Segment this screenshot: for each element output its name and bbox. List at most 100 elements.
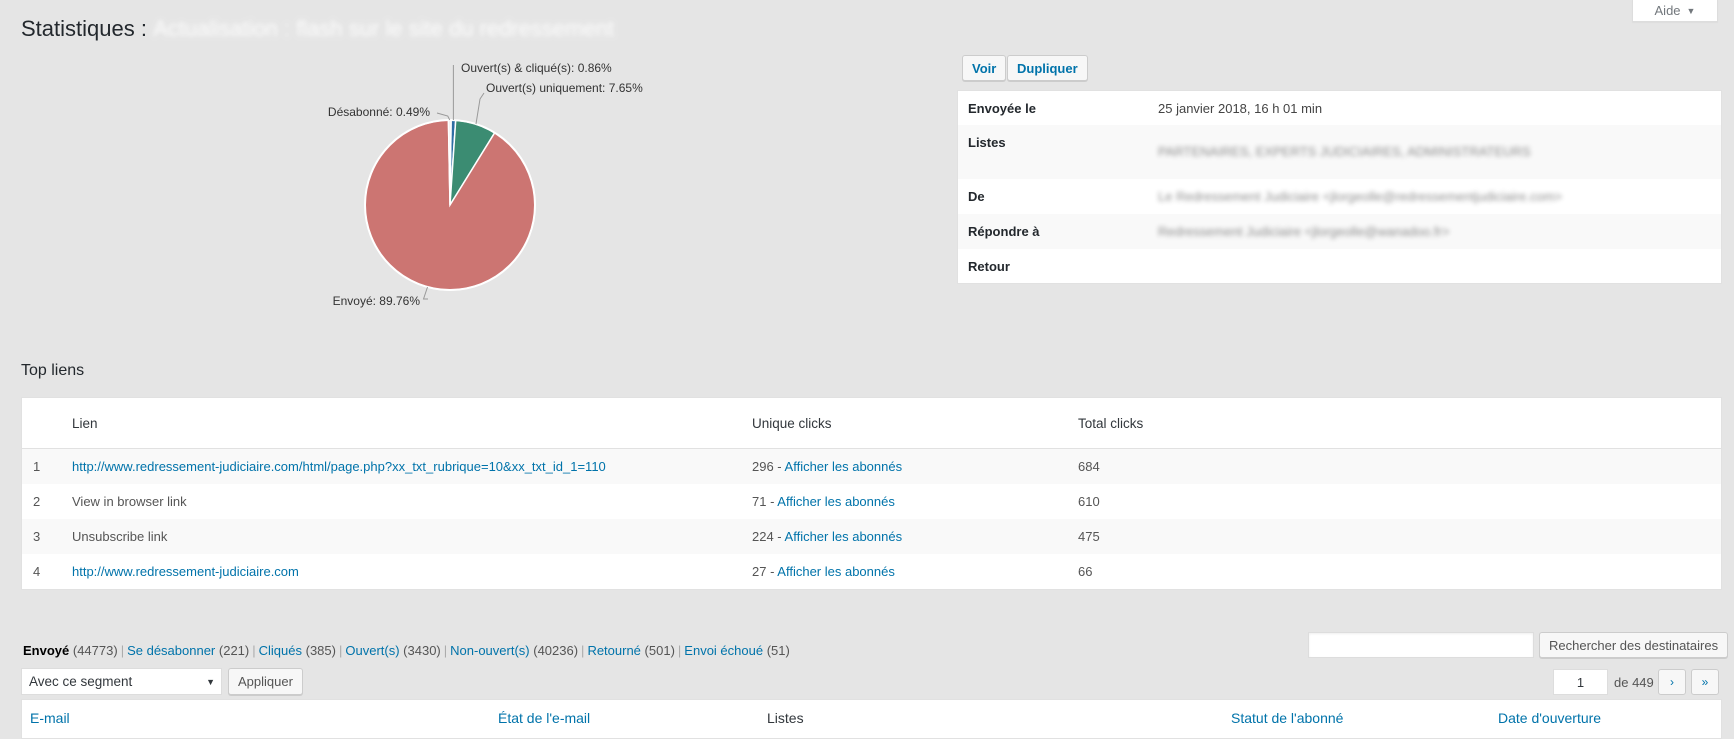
filter-label[interactable]: Cliqués — [259, 643, 302, 658]
filter-count: (51) — [766, 643, 790, 658]
search-recipients-button[interactable]: Rechercher des destinataires — [1539, 632, 1729, 658]
col-lists: Listes — [767, 710, 804, 726]
details-key: Listes — [968, 135, 1006, 150]
filter-1[interactable]: Se désabonner (221) — [127, 643, 249, 658]
view-subscribers-link[interactable]: Afficher les abonnés — [785, 529, 903, 544]
filter-label[interactable]: Se désabonner — [127, 643, 215, 658]
view-subscribers-link[interactable]: Afficher les abonnés — [777, 494, 895, 509]
caret-down-icon: ▼ — [206, 677, 215, 687]
pie-label: Envoyé: 89.76% — [333, 294, 421, 308]
help-tab[interactable]: Aide ▼ — [1632, 0, 1718, 22]
filter-separator: | — [120, 643, 125, 658]
filter-2[interactable]: Cliqués (385) — [259, 643, 336, 658]
filter-separator: | — [677, 643, 682, 658]
filter-count: (385) — [305, 643, 336, 658]
page-total: de 449 — [1614, 675, 1654, 690]
row-link[interactable]: http://www.redressement-judiciaire.com/h… — [72, 459, 752, 474]
col-email-state[interactable]: État de l'e-mail — [498, 710, 590, 726]
filter-count: (3430) — [403, 643, 441, 658]
details-value: Le Redressement Judiciaire <jlorgeolle@r… — [1158, 189, 1563, 204]
segment-select[interactable]: Avec ce segment ▼ — [21, 668, 222, 695]
campaign-details-table: Envoyée le 25 janvier 2018, 16 h 01 min … — [957, 90, 1722, 284]
filter-4[interactable]: Non-ouvert(s) (40236) — [450, 643, 578, 658]
unique-count: 296 - — [752, 459, 785, 474]
pie-leader-line — [422, 286, 428, 300]
col-subscriber-status[interactable]: Statut de l'abonné — [1231, 710, 1343, 726]
row-unique: 71 - Afficher les abonnés — [752, 494, 1078, 509]
filter-count: (501) — [644, 643, 675, 658]
stats-pie-chart: Envoyé: 89.76% Désabonné: 0.49% Ouvert(s) … — [328, 61, 643, 308]
table-row: 2 View in browser link 71 - Afficher les a… — [22, 484, 1721, 519]
pie-leader-line — [475, 92, 485, 125]
details-row-return: Retour — [958, 249, 1721, 283]
filter-separator: | — [252, 643, 256, 658]
filter-separator: | — [338, 643, 343, 658]
row-link: Unsubscribe link — [72, 529, 168, 544]
filter-label[interactable]: Retourné — [587, 643, 640, 658]
duplicate-button[interactable]: Dupliquer — [1007, 55, 1088, 81]
help-label: Aide — [1654, 3, 1681, 18]
view-subscribers-link[interactable]: Afficher les abonnés — [785, 459, 903, 474]
row-number: 3 — [33, 529, 41, 544]
caret-down-icon: ▼ — [1686, 5, 1696, 16]
pie-label: Ouvert(s) uniquement: 7.65% — [486, 81, 643, 95]
filter-count: (221) — [218, 643, 250, 658]
row-total: 66 — [1078, 564, 1093, 579]
filter-label[interactable]: Envoyé — [23, 643, 69, 658]
col-open-date[interactable]: Date d'ouverture — [1498, 710, 1601, 726]
row-total: 610 — [1078, 494, 1100, 509]
details-row-from: De Le Redressement Judiciaire <jlorgeoll… — [958, 179, 1721, 214]
col-total: Total clicks — [1078, 415, 1144, 431]
segment-select-value: Avec ce segment — [29, 674, 133, 689]
unique-count: 224 - — [752, 529, 785, 544]
recipient-search-input[interactable] — [1308, 632, 1534, 658]
filter-label[interactable]: Non-ouvert(s) — [450, 643, 529, 658]
details-value: PARTENAIRES, EXPERTS JUDICIAIRES, ADMINI… — [1158, 144, 1531, 159]
col-email[interactable]: E-mail — [30, 710, 70, 726]
col-link: Lien — [72, 415, 98, 431]
filter-3[interactable]: Ouvert(s) (3430) — [345, 643, 440, 658]
page-title-redacted: Actualisation : flash sur le site du red… — [153, 16, 615, 41]
page-title-prefix: Statistiques : — [21, 16, 147, 41]
top-links-table: Lien Unique clicks Total clicks 1 http://… — [21, 397, 1722, 590]
filter-label[interactable]: Ouvert(s) — [345, 643, 399, 658]
page-number-input[interactable]: 1 — [1553, 669, 1608, 695]
row-number: 1 — [33, 459, 41, 474]
details-row-sent: Envoyée le 25 janvier 2018, 16 h 01 min — [958, 91, 1721, 125]
row-unique: 224 - Afficher les abonnés — [752, 529, 1078, 544]
filter-label[interactable]: Envoi échoué — [684, 643, 763, 658]
table-row: 1 http://www.redressement-judiciaire.com/… — [22, 449, 1721, 484]
row-unique: 296 - Afficher les abonnés — [752, 459, 1078, 474]
row-number: 4 — [33, 564, 41, 579]
details-key: Retour — [968, 258, 1010, 274]
details-value: Redressement Judiciaire <jlorgeolle@wana… — [1158, 224, 1450, 239]
filter-0[interactable]: Envoyé (44773) — [23, 643, 118, 658]
recipients-table-header: E-mail État de l'e-mail Listes Statut de… — [21, 699, 1722, 739]
pie-label: Désabonné: 0.49% — [328, 105, 430, 119]
pie-leader-line — [436, 112, 451, 121]
last-page-button[interactable]: » — [1691, 669, 1719, 695]
apply-button[interactable]: Appliquer — [228, 668, 303, 695]
details-key: De — [968, 189, 985, 204]
filter-count: (44773) — [72, 643, 118, 658]
details-row-lists: Listes PARTENAIRES, EXPERTS JUDICIAIRES,… — [958, 125, 1721, 179]
details-key: Envoyée le — [968, 100, 1036, 116]
filter-5[interactable]: Retourné (501) — [587, 643, 674, 658]
row-link: View in browser link — [72, 494, 187, 509]
filter-count: (40236) — [533, 643, 579, 658]
row-unique: 27 - Afficher les abonnés — [752, 564, 1078, 579]
next-page-button[interactable]: › — [1658, 669, 1686, 695]
view-button[interactable]: Voir — [962, 55, 1007, 81]
view-subscribers-link[interactable]: Afficher les abonnés — [777, 564, 895, 579]
row-link[interactable]: http://www.redressement-judiciaire.com — [72, 564, 752, 579]
filter-6[interactable]: Envoi échoué (51) — [684, 643, 790, 658]
details-row-reply-to: Répondre à Redressement Judiciaire <jlor… — [958, 214, 1721, 249]
col-unique: Unique clicks — [752, 415, 832, 431]
row-total: 475 — [1078, 529, 1100, 544]
top-links-header: Lien Unique clicks Total clicks — [22, 398, 1721, 449]
unique-count: 71 - — [752, 494, 778, 509]
details-key: Répondre à — [968, 224, 1040, 239]
top-links-heading: Top liens — [21, 362, 85, 379]
row-total: 684 — [1078, 459, 1100, 474]
details-value: 25 janvier 2018, 16 h 01 min — [1158, 100, 1323, 116]
